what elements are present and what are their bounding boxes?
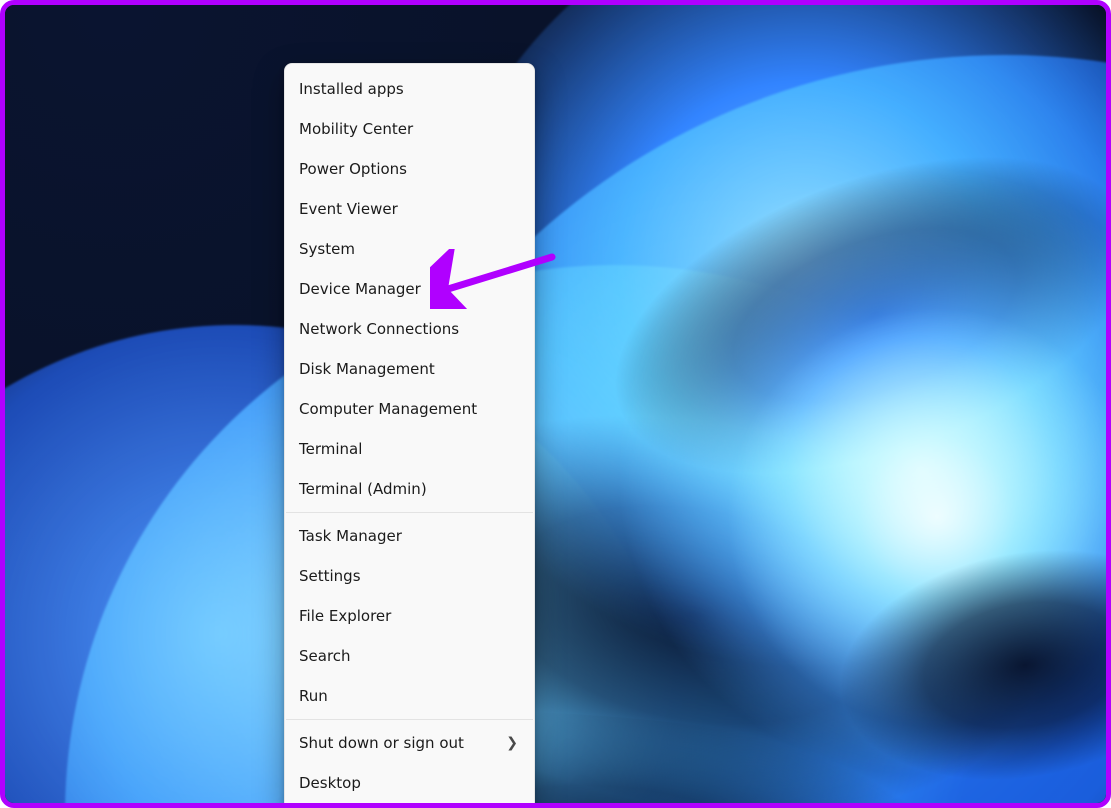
menu-item-label: Task Manager xyxy=(299,527,518,545)
menu-item-computer-management[interactable]: Computer Management xyxy=(285,389,534,429)
winx-context-menu: Installed apps Mobility Center Power Optio… xyxy=(284,63,535,808)
menu-item-label: Terminal (Admin) xyxy=(299,480,518,498)
menu-item-device-manager[interactable]: Device Manager xyxy=(285,269,534,309)
menu-item-label: Device Manager xyxy=(299,280,518,298)
menu-item-disk-management[interactable]: Disk Management xyxy=(285,349,534,389)
screenshot-frame: Installed apps Mobility Center Power Optio… xyxy=(0,0,1111,808)
menu-item-label: Installed apps xyxy=(299,80,518,98)
menu-item-search[interactable]: Search xyxy=(285,636,534,676)
menu-item-label: Desktop xyxy=(299,774,518,792)
menu-item-task-manager[interactable]: Task Manager xyxy=(285,516,534,556)
menu-item-label: System xyxy=(299,240,518,258)
menu-item-label: Run xyxy=(299,687,518,705)
menu-item-label: Disk Management xyxy=(299,360,518,378)
menu-item-shut-down-or-sign-out[interactable]: Shut down or sign out ❯ xyxy=(285,723,534,763)
menu-item-label: Shut down or sign out xyxy=(299,734,498,752)
chevron-right-icon: ❯ xyxy=(506,736,518,750)
menu-separator xyxy=(286,719,533,720)
menu-item-system[interactable]: System xyxy=(285,229,534,269)
menu-item-settings[interactable]: Settings xyxy=(285,556,534,596)
menu-item-label: Computer Management xyxy=(299,400,518,418)
menu-item-desktop[interactable]: Desktop xyxy=(285,763,534,803)
menu-item-power-options[interactable]: Power Options xyxy=(285,149,534,189)
menu-item-event-viewer[interactable]: Event Viewer xyxy=(285,189,534,229)
menu-item-label: Power Options xyxy=(299,160,518,178)
menu-item-label: Settings xyxy=(299,567,518,585)
menu-item-network-connections[interactable]: Network Connections xyxy=(285,309,534,349)
menu-item-label: File Explorer xyxy=(299,607,518,625)
menu-item-installed-apps[interactable]: Installed apps xyxy=(285,69,534,109)
menu-item-label: Search xyxy=(299,647,518,665)
menu-item-label: Terminal xyxy=(299,440,518,458)
menu-item-mobility-center[interactable]: Mobility Center xyxy=(285,109,534,149)
menu-item-label: Mobility Center xyxy=(299,120,518,138)
desktop-wallpaper xyxy=(5,5,1106,803)
menu-separator xyxy=(286,512,533,513)
menu-item-terminal[interactable]: Terminal xyxy=(285,429,534,469)
menu-item-label: Network Connections xyxy=(299,320,518,338)
menu-item-terminal-admin[interactable]: Terminal (Admin) xyxy=(285,469,534,509)
menu-item-run[interactable]: Run xyxy=(285,676,534,716)
menu-item-label: Event Viewer xyxy=(299,200,518,218)
menu-item-file-explorer[interactable]: File Explorer xyxy=(285,596,534,636)
